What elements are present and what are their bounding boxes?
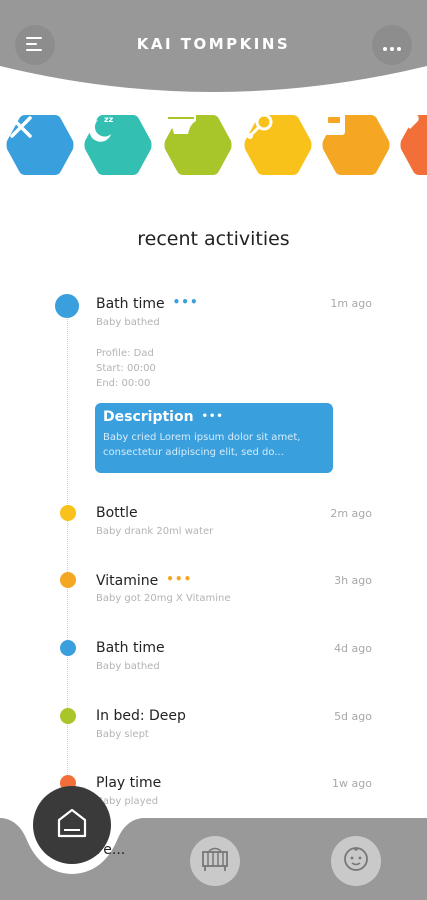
rattle-icon bbox=[244, 112, 312, 178]
baby-face-icon bbox=[342, 845, 370, 877]
category-health[interactable] bbox=[400, 112, 427, 178]
home-button[interactable] bbox=[33, 786, 111, 864]
activity-dot bbox=[55, 294, 79, 318]
category-bar: zz bbox=[0, 112, 427, 180]
category-weight[interactable] bbox=[322, 112, 390, 178]
section-title: recent activities bbox=[137, 228, 290, 250]
baby-profile-button[interactable] bbox=[331, 836, 381, 886]
description-title: Description ••• bbox=[103, 409, 224, 425]
activity-time: 1m ago bbox=[330, 297, 372, 310]
detail-start: Start: 00:00 bbox=[96, 363, 156, 374]
heart-icon bbox=[400, 112, 427, 178]
activity-time: 5d ago bbox=[334, 710, 372, 723]
description-card[interactable]: Description ••• Baby cried Lorem ipsum do… bbox=[95, 403, 333, 473]
activity-title: In bed: Deep bbox=[96, 708, 186, 724]
activity-subtitle: Baby slept bbox=[96, 729, 149, 740]
activity-time: 3h ago bbox=[334, 574, 372, 587]
app-header: KAI TOMPKINS bbox=[0, 0, 427, 100]
cutlery-icon bbox=[6, 112, 74, 178]
activity-dot bbox=[60, 640, 76, 656]
activity-dot bbox=[60, 708, 76, 724]
category-play[interactable] bbox=[244, 112, 312, 178]
crib-icon bbox=[201, 846, 229, 876]
activity-subtitle: Baby bathed bbox=[96, 317, 160, 328]
activity-time: 2m ago bbox=[330, 507, 372, 520]
svg-text:zz: zz bbox=[104, 115, 114, 124]
description-more-button[interactable]: ••• bbox=[202, 411, 224, 422]
more-icon bbox=[383, 36, 401, 55]
activity-subtitle: Baby bathed bbox=[96, 661, 160, 672]
activity-subtitle: Baby got 20mg X Vitamine bbox=[96, 593, 231, 604]
activity-details: Profile: Dad Start: 00:00 End: 00:00 bbox=[96, 346, 156, 391]
activity-more-button[interactable]: ••• bbox=[166, 572, 192, 586]
activity-title: Bottle bbox=[96, 505, 138, 521]
diaper-icon bbox=[164, 112, 232, 178]
timeline-line bbox=[67, 310, 68, 830]
activity-time: 4d ago bbox=[334, 642, 372, 655]
detail-end: End: 00:00 bbox=[96, 378, 151, 389]
crib-button[interactable] bbox=[190, 836, 240, 886]
page-title: KAI TOMPKINS bbox=[136, 35, 291, 53]
more-options-button[interactable] bbox=[372, 25, 412, 65]
home-icon bbox=[55, 806, 89, 844]
category-feeding[interactable] bbox=[6, 112, 74, 178]
activity-dot bbox=[60, 505, 76, 521]
detail-profile: Profile: Dad bbox=[96, 348, 154, 359]
activity-title: Vitamine ••• bbox=[96, 572, 193, 589]
activity-more-button[interactable]: ••• bbox=[173, 295, 199, 309]
activity-time: 1w ago bbox=[332, 777, 372, 790]
activity-title: Bath time ••• bbox=[96, 295, 199, 312]
category-diaper[interactable] bbox=[164, 112, 232, 178]
activity-title: Bath time bbox=[96, 640, 165, 656]
category-sleep[interactable]: zz bbox=[84, 112, 152, 178]
activity-subtitle: Baby drank 20ml water bbox=[96, 526, 214, 537]
activity-title: Play time bbox=[96, 775, 162, 791]
description-text: Baby cried Lorem ipsum dolor sit amet, c… bbox=[103, 432, 301, 458]
scale-icon bbox=[322, 112, 390, 178]
moon-icon: zz bbox=[84, 112, 152, 178]
activity-dot bbox=[60, 572, 76, 588]
